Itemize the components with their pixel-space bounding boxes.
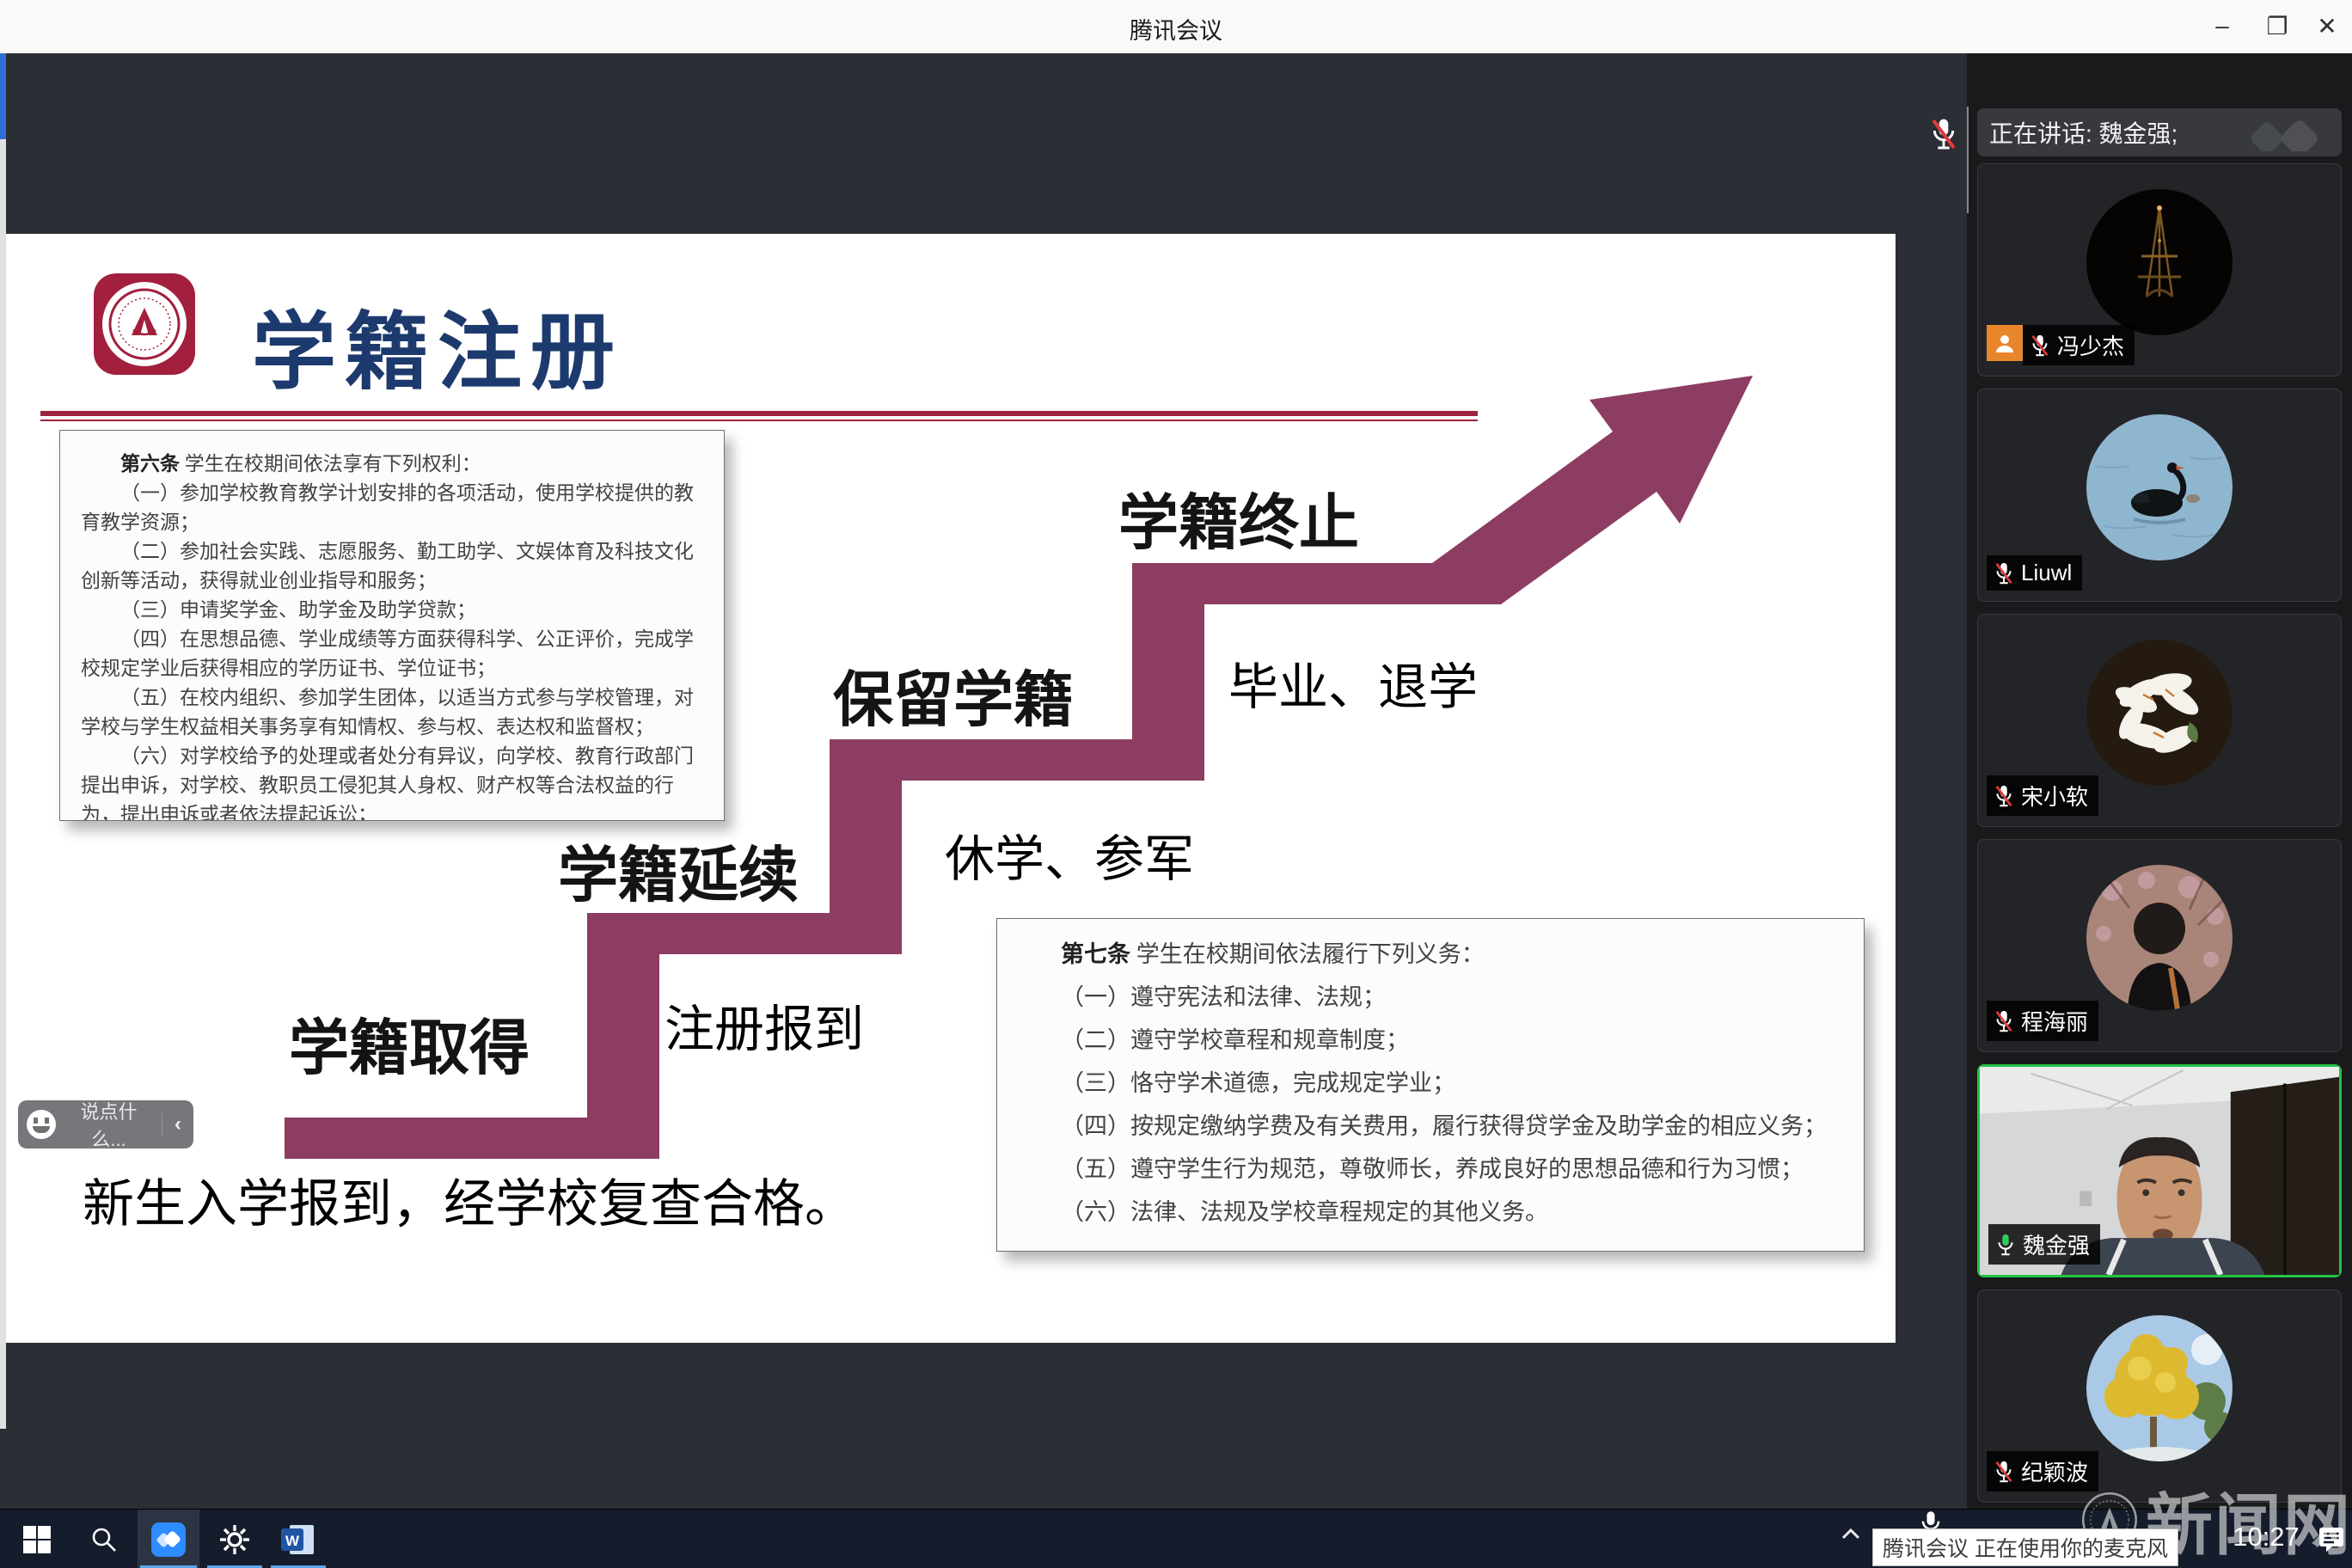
step-label-continue: 学籍延续 [558, 827, 799, 914]
titlebar: 腾讯会议 – ❐ ✕ [0, 0, 2352, 54]
taskbar-word-icon[interactable]: W [268, 1510, 328, 1568]
chat-quick-bubble[interactable]: 说点什么... ‹ [18, 1100, 193, 1148]
chat-input-placeholder[interactable]: 说点什么... [64, 1097, 153, 1152]
start-button-windows-icon[interactable] [7, 1510, 67, 1568]
stage-accent-strip [0, 53, 6, 139]
duties-article-box: 第七条 学生在校期间依法履行下列义务： （一）遵守宪法和法律、法规；（二）遵守学… [996, 918, 1865, 1252]
mic-muted-icon [2030, 334, 2050, 358]
minimize-button[interactable]: – [2197, 0, 2247, 52]
taskbar-settings-gear-icon[interactable] [205, 1510, 265, 1568]
participant-tile[interactable]: 纪颖波 [1977, 1289, 2342, 1503]
participant-name: 宋小软 [2021, 780, 2088, 812]
avatar-black-swan [2086, 414, 2233, 560]
svg-text:W: W [285, 1533, 300, 1549]
now-speaking-bar: 正在讲话: 魏金强; [1977, 108, 2342, 156]
mic-muted-icon [1994, 784, 2014, 808]
rights-article-box: 第六条 学生在校期间依法享有下列权利： （一）参加学校教育教学计划安排的各项活动… [59, 430, 725, 821]
duties-intro: 学生在校期间依法履行下列义务： [1130, 941, 1485, 967]
stage-edge-strip [0, 139, 6, 1429]
participant-tile[interactable]: 冯少杰 [1977, 163, 2342, 377]
participant-name: 程海丽 [2021, 1005, 2088, 1037]
participant-name: 魏金强 [2023, 1228, 2090, 1260]
window-title: 腾讯会议 [0, 12, 2352, 46]
rights-intro: 学生在校期间依法享有下列权利： [180, 453, 481, 475]
mic-muted-icon [1994, 1460, 2014, 1484]
participant-name: Liuwl [2021, 560, 2072, 586]
participant-name: 纪颖波 [2021, 1455, 2088, 1487]
now-speaking-label: 正在讲话: 魏金强; [1989, 115, 2247, 150]
tray-hidden-icons-chevron[interactable] [1836, 1520, 1865, 1553]
avatar-eiffel-tower-night [2086, 189, 2233, 335]
mic-muted-icon [1994, 561, 2014, 585]
presentation-slide: 学籍注册 第六条 学生在校期间依法享有下列权利： （一）参加学校教育教学计划安排… [6, 234, 1896, 1343]
maximize-button[interactable]: ❐ [2252, 0, 2302, 52]
emoji-smiley-icon[interactable] [27, 1110, 56, 1139]
rights-items: （一）参加学校教育教学计划安排的各项活动，使用学校提供的教育教学资源；（二）参加… [81, 479, 703, 821]
participant-tile-active-speaker[interactable]: 魏金强 [1977, 1064, 2342, 1277]
participant-tile[interactable]: Liuwl [1977, 389, 2342, 602]
avatar-yellow-ginkgo-tree [2086, 1315, 2233, 1461]
avatar-white-lilies [2086, 640, 2233, 786]
step-note-leave-army: 休学、参军 [945, 818, 1194, 891]
taskbar-tencent-meeting-icon[interactable] [138, 1510, 199, 1568]
action-center-icon[interactable] [2316, 1523, 2347, 1559]
panel-divider[interactable] [1967, 107, 1969, 213]
mic-muted-status-icon [1929, 117, 1958, 156]
collapse-chevron-icon[interactable]: ‹ [171, 1112, 185, 1136]
mic-in-use-tooltip: 腾讯会议 正在使用你的麦克风 [1872, 1528, 2178, 1566]
participant-name: 冯少杰 [2057, 329, 2124, 361]
host-person-icon [1987, 325, 2023, 361]
screen-share-stage: 学籍注册 第六条 学生在校期间依法享有下列权利： （一）参加学校教育教学计划安排… [0, 53, 1967, 1509]
participant-tile[interactable]: 程海丽 [1977, 839, 2342, 1052]
participants-sidebar: 正在讲话: 魏金强; [1967, 53, 2352, 1509]
step-label-retain: 保留学籍 [833, 652, 1074, 738]
search-icon[interactable] [74, 1510, 134, 1568]
slide-caption: 新生入学报到，经学校复查合格。 [83, 1162, 856, 1237]
mic-active-icon [1995, 1233, 2016, 1257]
rights-heading: 第六条 [120, 453, 180, 475]
step-note-register: 注册报到 [665, 989, 864, 1061]
close-button[interactable]: ✕ [2302, 0, 2352, 52]
mic-muted-icon [1994, 1009, 2014, 1033]
app-window: 腾讯会议 – ❐ ✕ 学籍注册 [0, 0, 2352, 1568]
step-label-acquire: 学籍取得 [289, 1000, 530, 1087]
avatar-person-back-blossoms [2086, 865, 2233, 1011]
duties-heading: 第七条 [1061, 941, 1130, 967]
participant-tile[interactable]: 宋小软 [1977, 614, 2342, 827]
tencent-meeting-logo [2247, 113, 2330, 151]
taskbar-clock[interactable]: 10:27 [2214, 1522, 2318, 1553]
duties-items: （一）遵守宪法和法律、法规；（二）遵守学校章程和规章制度；（三）恪守学术道德，完… [1014, 976, 1847, 1234]
step-note-graduate: 毕业、退学 [1228, 646, 1478, 719]
step-label-terminate: 学籍终止 [1118, 475, 1359, 561]
